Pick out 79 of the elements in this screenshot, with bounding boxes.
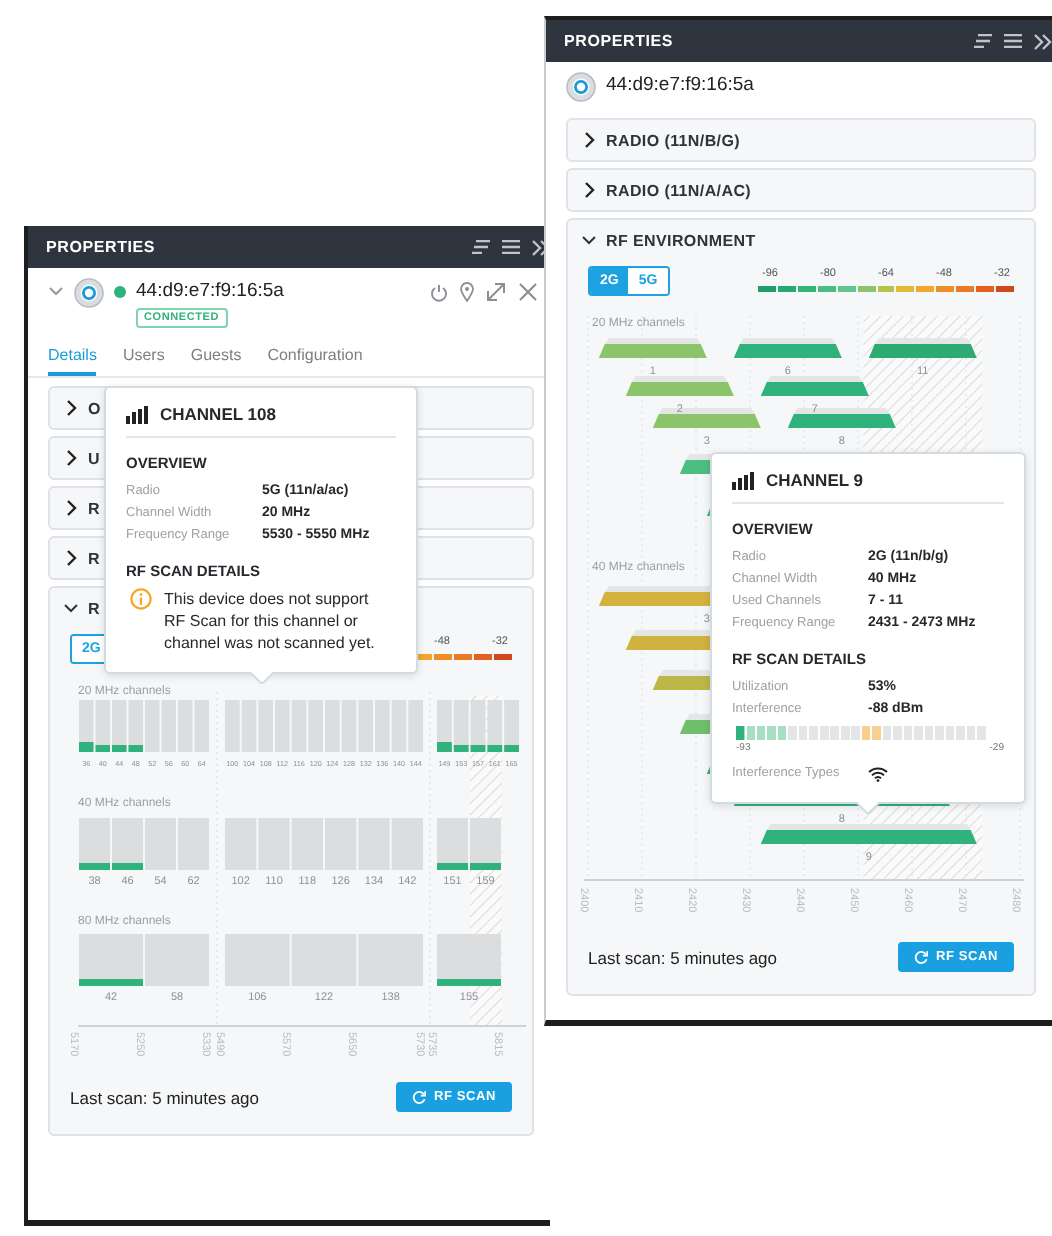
channel-bar[interactable]: [341, 700, 357, 752]
section-title[interactable]: O: [88, 399, 101, 417]
channel-bar[interactable]: [437, 700, 452, 752]
channel-bar[interactable]: [598, 338, 707, 358]
expand-icon[interactable]: [486, 282, 506, 302]
chevron-right-icon[interactable]: [64, 550, 78, 566]
last-scan-text: Last scan: 5 minutes ago: [70, 1087, 260, 1107]
device-mac: 44:d9:e7:f9:16:5a: [136, 278, 284, 306]
lines-icon[interactable]: [974, 34, 992, 48]
channel-bar[interactable]: [453, 700, 469, 752]
channel-bar[interactable]: [625, 376, 734, 396]
tab[interactable]: Users: [122, 340, 165, 376]
chevron-right-icon[interactable]: [582, 132, 596, 148]
close-icon[interactable]: [518, 282, 538, 302]
chevron-down-icon[interactable]: [582, 232, 596, 248]
panel-title: PROPERTIES: [564, 32, 676, 50]
menu-icon[interactable]: [1004, 34, 1022, 48]
channel-bar[interactable]: [733, 338, 842, 358]
tooltip-title: CHANNEL 9: [766, 470, 863, 490]
channel-bar[interactable]: [79, 818, 110, 870]
refresh-icon: [412, 1090, 426, 1104]
lines-icon[interactable]: [472, 240, 490, 254]
section-title[interactable]: R: [88, 499, 100, 517]
channel-bar[interactable]: [79, 700, 94, 752]
chevron-right-icon[interactable]: [64, 500, 78, 516]
chevron-right-icon[interactable]: [64, 450, 78, 466]
channel-bar[interactable]: [95, 700, 110, 752]
channel-bar[interactable]: [128, 700, 143, 752]
interference-peak: [862, 726, 881, 740]
chevron-right-icon[interactable]: [582, 182, 596, 198]
last-scan-text: Last scan: 5 minutes ago: [588, 947, 778, 967]
device-mac: 44:d9:e7:f9:16:5a: [606, 72, 754, 100]
channel-bar[interactable]: [291, 818, 323, 870]
channel-bar[interactable]: [760, 824, 977, 844]
channel-bar[interactable]: [760, 376, 869, 396]
channel-bar[interactable]: [652, 408, 761, 428]
tab[interactable]: Guests: [190, 340, 242, 376]
device-icon: [566, 72, 596, 102]
section-title[interactable]: RF ENVIRONMENT: [606, 231, 756, 249]
channel-bar[interactable]: [241, 700, 257, 752]
channel-bar[interactable]: [161, 700, 176, 752]
section-title[interactable]: R: [88, 599, 100, 617]
menu-icon[interactable]: [502, 240, 520, 254]
channel-bar[interactable]: [145, 700, 160, 752]
channel-bar[interactable]: [504, 700, 519, 752]
channel-bar[interactable]: [487, 700, 503, 752]
chevron-down-icon[interactable]: [64, 600, 78, 616]
channel-bar[interactable]: [325, 818, 357, 870]
refresh-icon: [914, 950, 928, 964]
chevron-right-icon[interactable]: [64, 400, 78, 416]
tab[interactable]: Configuration: [267, 340, 363, 376]
channel-bar[interactable]: [112, 818, 143, 870]
info-icon: [130, 588, 152, 610]
section-title[interactable]: RADIO (11N/B/G): [606, 131, 741, 149]
section-title[interactable]: RADIO (11N/A/AC): [606, 181, 752, 199]
channel-bar[interactable]: [291, 700, 307, 752]
channel-bar[interactable]: [112, 700, 127, 752]
device-icon: [74, 278, 104, 308]
channel-bar[interactable]: [391, 818, 423, 870]
channel-bar[interactable]: [194, 700, 209, 752]
signal-bars-icon: [732, 471, 754, 489]
pin-icon[interactable]: [460, 282, 474, 302]
channel-bar[interactable]: [787, 408, 896, 428]
signal-bars-icon: [126, 405, 148, 423]
channel-bar[interactable]: [391, 700, 407, 752]
channel-bar[interactable]: [437, 818, 468, 870]
channel-bar[interactable]: [868, 338, 977, 358]
wifi-icon: [868, 765, 888, 781]
channel-bar[interactable]: [437, 934, 501, 986]
section-title[interactable]: U: [88, 449, 100, 467]
notice-text: This device does not support RF Scan for this channel or channel was not scanned yet.: [164, 588, 377, 654]
double-chevron-icon[interactable]: [1034, 33, 1052, 49]
section-title[interactable]: R: [88, 549, 100, 567]
channel-bar[interactable]: [225, 818, 257, 870]
power-icon[interactable]: [430, 283, 448, 301]
tooltip-title: CHANNEL 108: [160, 404, 276, 424]
channel-bar[interactable]: [178, 700, 193, 752]
panel-title: PROPERTIES: [46, 238, 158, 256]
tab[interactable]: Details: [48, 340, 97, 376]
